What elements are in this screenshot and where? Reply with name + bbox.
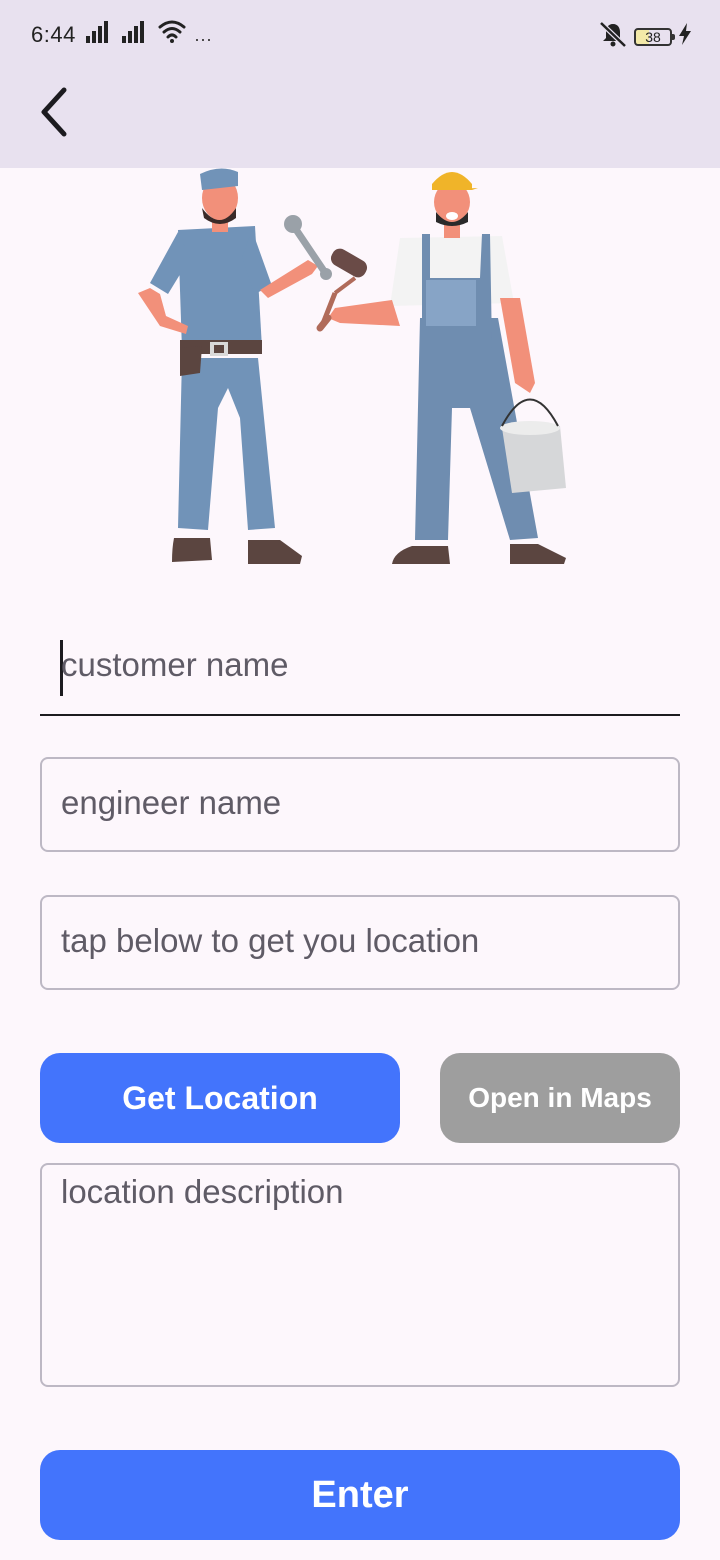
engineer-name-placeholder: engineer name (61, 784, 282, 821)
mechanic-figure (138, 168, 332, 564)
wifi-icon (158, 19, 186, 48)
engineer-name-input[interactable]: engineer name (40, 757, 680, 852)
chevron-left-icon (41, 87, 67, 137)
status-right-icons: 38 (598, 20, 692, 53)
back-button[interactable] (28, 84, 84, 140)
screen: 6:44 ··· 38 customer name engineer name … (0, 0, 720, 1560)
mute-vibrate-icon (598, 20, 628, 53)
workers-illustration (130, 168, 580, 568)
battery-icon: 38 (634, 27, 675, 46)
app-bar (0, 72, 720, 168)
enter-button[interactable]: Enter (40, 1450, 680, 1540)
location-description-placeholder: location description (61, 1173, 344, 1210)
location-input[interactable]: tap below to get you location (40, 895, 680, 990)
signal-icon (86, 21, 114, 48)
status-left-icons: ··· (86, 19, 212, 49)
location-description-input[interactable]: location description (40, 1163, 680, 1387)
customer-name-input[interactable]: customer name (40, 618, 680, 716)
customer-name-placeholder: customer name (61, 646, 289, 683)
status-time: 6:44 (31, 22, 76, 47)
more-dots-icon: ··· (194, 29, 212, 49)
location-placeholder: tap below to get you location (61, 922, 480, 959)
charging-icon (678, 23, 692, 50)
open-in-maps-button[interactable]: Open in Maps (440, 1053, 680, 1143)
status-bar: 6:44 ··· 38 (0, 0, 720, 72)
battery-level: 38 (645, 28, 661, 45)
painter-figure (316, 172, 566, 564)
get-location-button[interactable]: Get Location (40, 1053, 400, 1143)
signal-icon (122, 21, 150, 48)
